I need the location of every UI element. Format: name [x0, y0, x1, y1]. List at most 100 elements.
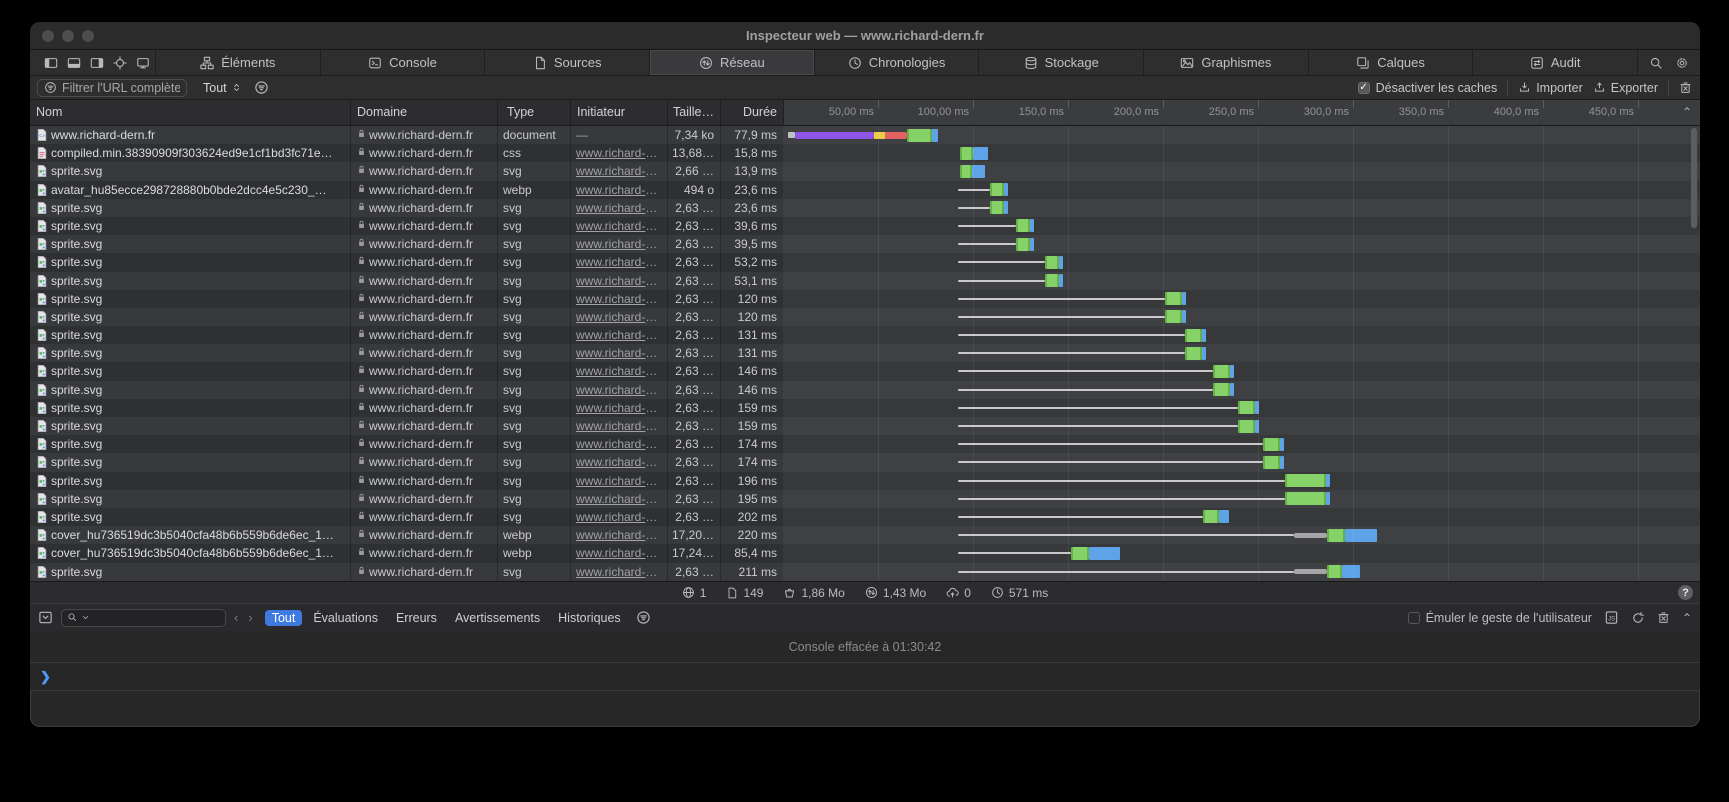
- zoom-window-button[interactable]: [82, 30, 94, 42]
- waterfall-bar[interactable]: [783, 472, 1700, 490]
- request-initiator[interactable]: www.richard-d…: [576, 526, 664, 544]
- request-initiator[interactable]: www.richard-d…: [576, 544, 664, 562]
- table-row[interactable]: sprite.svgwww.richard-dern.frsvgwww.rich…: [30, 217, 1700, 235]
- table-row[interactable]: sprite.svgwww.richard-dern.frsvgwww.rich…: [30, 162, 1700, 180]
- request-initiator[interactable]: www.richard-d…: [576, 217, 664, 235]
- waterfall-bar[interactable]: [783, 253, 1700, 271]
- waterfall-bar[interactable]: [783, 217, 1700, 235]
- initiator-link[interactable]: www.richard-d…: [576, 255, 664, 269]
- initiator-link[interactable]: www.richard-d…: [576, 419, 664, 433]
- tab-réseau[interactable]: Réseau: [650, 50, 815, 75]
- reload-icon[interactable]: [1631, 611, 1645, 625]
- console-scope-historiques[interactable]: Historiques: [551, 610, 628, 626]
- initiator-link[interactable]: www.richard-d…: [576, 364, 664, 378]
- column-header-dure[interactable]: Durée: [743, 105, 777, 119]
- table-row[interactable]: sprite.svgwww.richard-dern.frsvgwww.rich…: [30, 563, 1700, 581]
- table-row[interactable]: sprite.svgwww.richard-dern.frsvgwww.rich…: [30, 381, 1700, 399]
- table-row[interactable]: sprite.svgwww.richard-dern.frsvgwww.rich…: [30, 199, 1700, 217]
- table-row[interactable]: cover_hu736519dc3b5040cfa48b6b559b6de6ec…: [30, 526, 1700, 544]
- request-initiator[interactable]: www.richard-d…: [576, 144, 664, 162]
- request-initiator[interactable]: www.richard-d…: [576, 453, 664, 471]
- table-row[interactable]: sprite.svgwww.richard-dern.frsvgwww.rich…: [30, 235, 1700, 253]
- console-dock-icon[interactable]: [38, 610, 53, 625]
- sort-options-icon[interactable]: [254, 80, 269, 95]
- search-icon[interactable]: [1649, 56, 1663, 70]
- initiator-link[interactable]: www.richard-d…: [576, 274, 664, 288]
- column-divider[interactable]: [783, 100, 784, 125]
- clear-network-items-icon[interactable]: [1679, 81, 1692, 94]
- column-header-taille[interactable]: Taille…: [673, 105, 714, 119]
- initiator-link[interactable]: www.richard-d…: [576, 510, 664, 524]
- console-scope-évaluations[interactable]: Évaluations: [306, 610, 385, 626]
- column-header-initiateur[interactable]: Initiateur: [577, 105, 625, 119]
- previous-result-button[interactable]: ‹: [234, 610, 238, 625]
- table-row[interactable]: sprite.svgwww.richard-dern.frsvgwww.rich…: [30, 435, 1700, 453]
- request-initiator[interactable]: www.richard-d…: [576, 326, 664, 344]
- request-initiator[interactable]: www.richard-d…: [576, 181, 664, 199]
- table-row[interactable]: sprite.svgwww.richard-dern.frsvgwww.rich…: [30, 290, 1700, 308]
- request-initiator[interactable]: www.richard-d…: [576, 290, 664, 308]
- request-initiator[interactable]: www.richard-d…: [576, 508, 664, 526]
- tab-calques[interactable]: Calques: [1309, 50, 1474, 75]
- emulate-user-gesture-checkbox[interactable]: Émuler le geste de l'utilisateur: [1408, 611, 1592, 625]
- waterfall-bar[interactable]: [783, 290, 1700, 308]
- dock-right-icon[interactable]: [90, 56, 104, 70]
- close-window-button[interactable]: [42, 30, 54, 42]
- vertical-scrollbar[interactable]: [1691, 128, 1697, 228]
- initiator-link[interactable]: www.richard-d…: [576, 328, 664, 342]
- import-button[interactable]: Importer: [1518, 81, 1583, 95]
- gear-icon[interactable]: [1675, 56, 1689, 70]
- console-scope-avertissements[interactable]: Avertissements: [448, 610, 547, 626]
- initiator-link[interactable]: www.richard-d…: [576, 219, 664, 233]
- request-initiator[interactable]: www.richard-d…: [576, 490, 664, 508]
- initiator-link[interactable]: www.richard-d…: [576, 146, 664, 160]
- request-initiator[interactable]: www.richard-d…: [576, 253, 664, 271]
- export-button[interactable]: Exporter: [1593, 81, 1658, 95]
- dock-left-icon[interactable]: [44, 56, 58, 70]
- table-row[interactable]: sprite.svgwww.richard-dern.frsvgwww.rich…: [30, 399, 1700, 417]
- column-divider[interactable]: [667, 100, 668, 125]
- tab-console[interactable]: Console: [321, 50, 486, 75]
- table-row[interactable]: cover_hu736519dc3b5040cfa48b6b559b6de6ec…: [30, 544, 1700, 562]
- clear-console-icon[interactable]: [1657, 611, 1670, 624]
- initiator-link[interactable]: www.richard-d…: [576, 455, 664, 469]
- table-row[interactable]: compiled.min.38390909f303624ed9e1cf1bd3f…: [30, 144, 1700, 162]
- request-initiator[interactable]: www.richard-d…: [576, 235, 664, 253]
- request-initiator[interactable]: www.richard-d…: [576, 162, 664, 180]
- tab-éléments[interactable]: Éléments: [156, 50, 321, 75]
- waterfall-bar[interactable]: [783, 126, 1700, 144]
- column-divider[interactable]: [570, 100, 571, 125]
- tab-graphismes[interactable]: Graphismes: [1144, 50, 1309, 75]
- url-filter-input[interactable]: [62, 81, 180, 95]
- waterfall-bar[interactable]: [783, 272, 1700, 290]
- waterfall-bar[interactable]: [783, 181, 1700, 199]
- waterfall-bar[interactable]: [783, 162, 1700, 180]
- initiator-link[interactable]: www.richard-d…: [576, 292, 664, 306]
- initiator-link[interactable]: www.richard-d…: [576, 183, 664, 197]
- request-initiator[interactable]: www.richard-d…: [576, 272, 664, 290]
- initiator-link[interactable]: www.richard-d…: [576, 201, 664, 215]
- initiator-link[interactable]: www.richard-d…: [576, 237, 664, 251]
- waterfall-bar[interactable]: [783, 490, 1700, 508]
- column-divider[interactable]: [497, 100, 498, 125]
- minimize-window-button[interactable]: [62, 30, 74, 42]
- column-header-nom[interactable]: Nom: [36, 105, 62, 119]
- url-filter-field[interactable]: [37, 79, 187, 97]
- table-row[interactable]: sprite.svgwww.richard-dern.frsvgwww.rich…: [30, 253, 1700, 271]
- request-initiator[interactable]: www.richard-d…: [576, 199, 664, 217]
- waterfall-bar[interactable]: [783, 508, 1700, 526]
- waterfall-bar[interactable]: [783, 526, 1700, 544]
- initiator-link[interactable]: www.richard-d…: [576, 346, 664, 360]
- waterfall-bar[interactable]: [783, 381, 1700, 399]
- console-scope-tout[interactable]: Tout: [265, 610, 303, 626]
- table-row[interactable]: avatar_hu85ecce298728880b0bde2dcc4e5c230…: [30, 181, 1700, 199]
- waterfall-bar[interactable]: [783, 235, 1700, 253]
- waterfall-bar[interactable]: [783, 453, 1700, 471]
- help-button[interactable]: ?: [1678, 585, 1693, 600]
- waterfall-bar[interactable]: [783, 344, 1700, 362]
- initiator-link[interactable]: www.richard-d…: [576, 492, 664, 506]
- column-header-type[interactable]: Type: [507, 105, 534, 119]
- initiator-link[interactable]: www.richard-d…: [576, 401, 664, 415]
- waterfall-bar[interactable]: [783, 417, 1700, 435]
- next-result-button[interactable]: ›: [248, 610, 252, 625]
